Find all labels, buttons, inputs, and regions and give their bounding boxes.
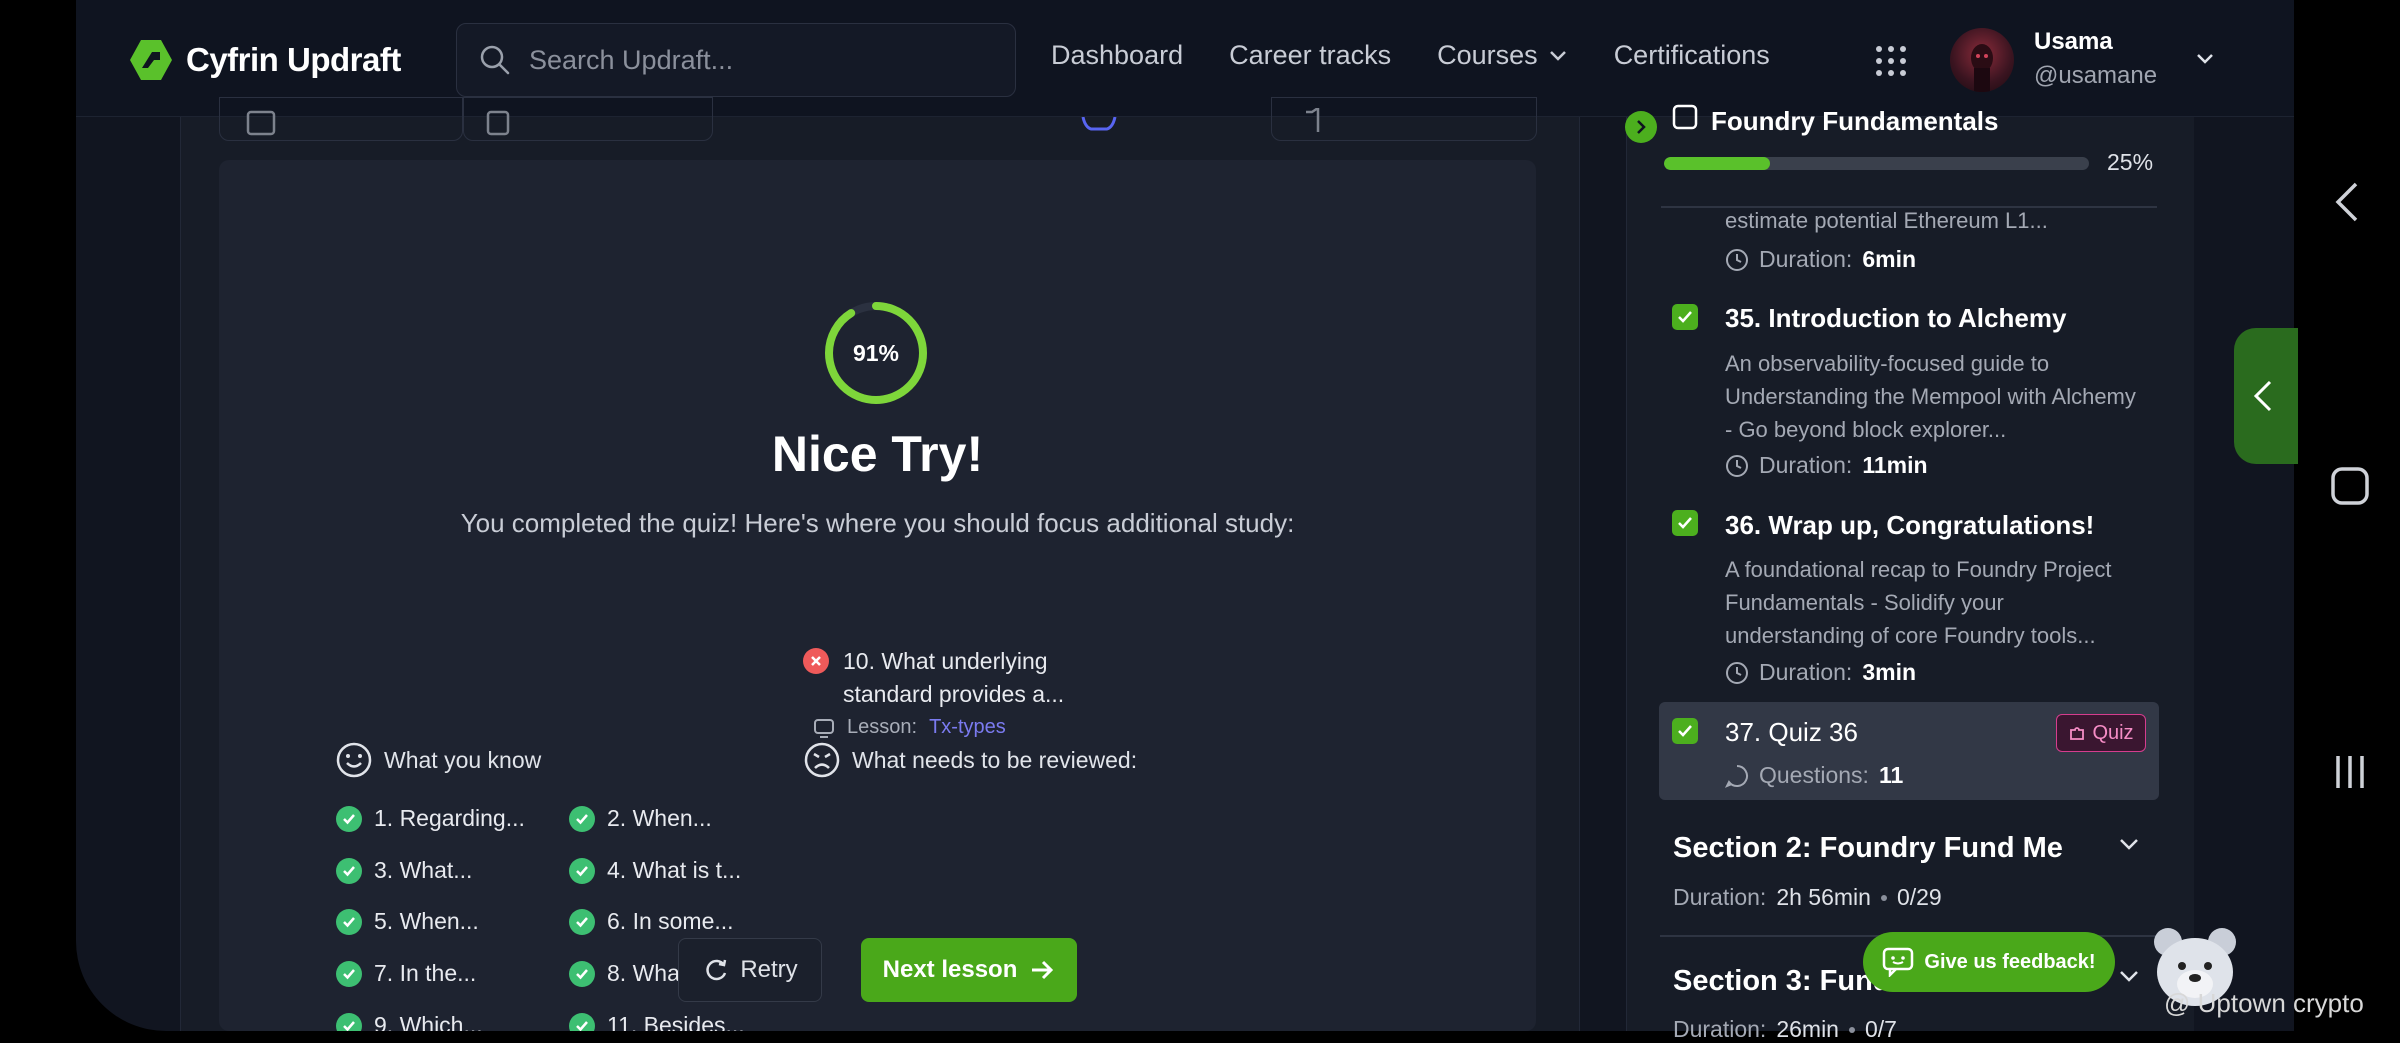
sad-face-icon bbox=[804, 742, 840, 778]
result-subtitle: You completed the quiz! Here's where you… bbox=[460, 508, 1295, 538]
check-icon bbox=[336, 805, 362, 832]
chevron-left-icon bbox=[2253, 380, 2272, 412]
nav-courses-label: Courses bbox=[1437, 40, 1538, 70]
review-heading-label: What needs to be reviewed: bbox=[852, 746, 1138, 773]
known-item: 7. In the... bbox=[336, 960, 476, 987]
toolbar-tab-3[interactable] bbox=[1271, 97, 1537, 141]
result-title: Nice Try! bbox=[771, 426, 984, 482]
user-menu-chevron-icon[interactable] bbox=[2194, 48, 2216, 70]
chat-icon bbox=[1883, 947, 1914, 977]
known-item: 5. When... bbox=[336, 908, 479, 935]
smile-icon bbox=[336, 742, 372, 778]
toolbar-tab-1[interactable] bbox=[219, 97, 463, 141]
known-item: 9. Which... bbox=[336, 1012, 483, 1031]
user-name: Usama bbox=[2034, 28, 2113, 55]
known-item: 2. When... bbox=[569, 805, 712, 832]
nav-courses[interactable]: Courses bbox=[1437, 40, 1568, 71]
course-title: Foundry Fundamentals bbox=[1711, 106, 1999, 136]
retry-label: Retry bbox=[740, 956, 798, 983]
feedback-button[interactable]: Give us feedback! bbox=[1863, 932, 2115, 992]
android-recents-icon[interactable] bbox=[2330, 752, 2370, 792]
known-item: 3. What... bbox=[336, 857, 472, 884]
avatar[interactable] bbox=[1950, 28, 2014, 92]
score-label: 91% bbox=[852, 339, 900, 366]
nav-career-tracks[interactable]: Career tracks bbox=[1229, 40, 1391, 71]
course-progress-bar bbox=[1664, 157, 2089, 170]
toolbar-tab-2[interactable] bbox=[463, 97, 713, 141]
known-item-text: 3. What... bbox=[374, 857, 473, 883]
known-heading: What you know bbox=[336, 742, 541, 778]
known-heading-label: What you know bbox=[384, 746, 542, 773]
check-icon bbox=[569, 960, 595, 987]
next-lesson-label: Next lesson bbox=[882, 956, 1018, 983]
review-heading: What needs to be reviewed: bbox=[804, 742, 1137, 778]
check-icon bbox=[569, 805, 595, 832]
known-item: 6. In some... bbox=[569, 908, 734, 935]
book-icon bbox=[1672, 104, 1698, 130]
check-icon bbox=[336, 960, 362, 987]
known-item-text: 5. When... bbox=[374, 908, 479, 934]
document-icon bbox=[246, 110, 276, 136]
refresh-icon bbox=[706, 959, 727, 981]
user-handle: @usamane bbox=[2034, 62, 2158, 89]
lesson-content: 91% Nice Try! You completed the quiz! He… bbox=[180, 97, 1580, 1031]
check-icon bbox=[336, 908, 362, 935]
course-progress-label: 25% bbox=[2107, 149, 2154, 175]
search-icon bbox=[480, 45, 510, 75]
error-icon bbox=[803, 648, 829, 674]
green-bullet-icon bbox=[1625, 111, 1657, 143]
known-item-text: 6. In some... bbox=[607, 908, 734, 934]
logo[interactable]: Cyfrin Updraft bbox=[128, 38, 401, 82]
feedback-label: Give us feedback! bbox=[1924, 950, 2096, 973]
apps-grid-icon[interactable] bbox=[1876, 46, 1906, 76]
check-icon bbox=[569, 1012, 595, 1031]
android-back-icon[interactable] bbox=[2330, 180, 2366, 224]
search-box[interactable] bbox=[456, 23, 1016, 97]
android-home-icon[interactable] bbox=[2330, 466, 2370, 506]
cyfrin-logo-icon bbox=[130, 40, 172, 80]
known-item-text: 2. When... bbox=[607, 805, 712, 831]
known-item-text: 4. What is t... bbox=[607, 857, 742, 883]
known-item-text: 9. Which... bbox=[374, 1012, 483, 1031]
check-icon bbox=[336, 1012, 362, 1031]
arrow-right-icon bbox=[1032, 960, 1054, 980]
check-icon bbox=[336, 857, 362, 884]
app-window: Cyfrin Updraft Dashboard Career tracks C… bbox=[76, 0, 2294, 1031]
known-item: 1. Regarding... bbox=[336, 805, 525, 832]
logo-text: Cyfrin Updraft bbox=[186, 41, 401, 78]
course-progress-fill bbox=[1664, 157, 1771, 170]
known-item-text: 11. Besides... bbox=[607, 1012, 745, 1031]
collapse-panel-tab[interactable] bbox=[2234, 328, 2298, 464]
nav-certifications[interactable]: Certifications bbox=[1614, 40, 1770, 71]
course-sidebar: Foundry Fundamentals 25% bbox=[1625, 104, 2194, 1031]
known-item: 11. Besides... bbox=[569, 1012, 745, 1031]
known-item-text: 1. Regarding... bbox=[374, 805, 525, 831]
chevron-down-icon bbox=[1549, 50, 1566, 61]
avatar-image-icon bbox=[1971, 44, 1993, 92]
quiz-result-card: 91% Nice Try! You completed the quiz! He… bbox=[219, 160, 1536, 1031]
divider bbox=[1661, 206, 2157, 208]
known-item-text: 7. In the... bbox=[374, 960, 477, 986]
nav-dashboard[interactable]: Dashboard bbox=[1051, 40, 1183, 71]
discord-icon[interactable] bbox=[1081, 117, 1117, 133]
known-item: 4. What is t... bbox=[569, 857, 741, 884]
main-nav: Dashboard Career tracks Courses Certific… bbox=[1051, 40, 1770, 71]
check-icon bbox=[569, 857, 595, 884]
audio-icon bbox=[1306, 108, 1320, 132]
search-input[interactable] bbox=[529, 44, 989, 76]
check-icon bbox=[569, 908, 595, 935]
file-icon bbox=[486, 110, 510, 136]
retry-button[interactable]: Retry bbox=[678, 938, 822, 1002]
next-lesson-button[interactable]: Next lesson bbox=[861, 938, 1077, 1002]
